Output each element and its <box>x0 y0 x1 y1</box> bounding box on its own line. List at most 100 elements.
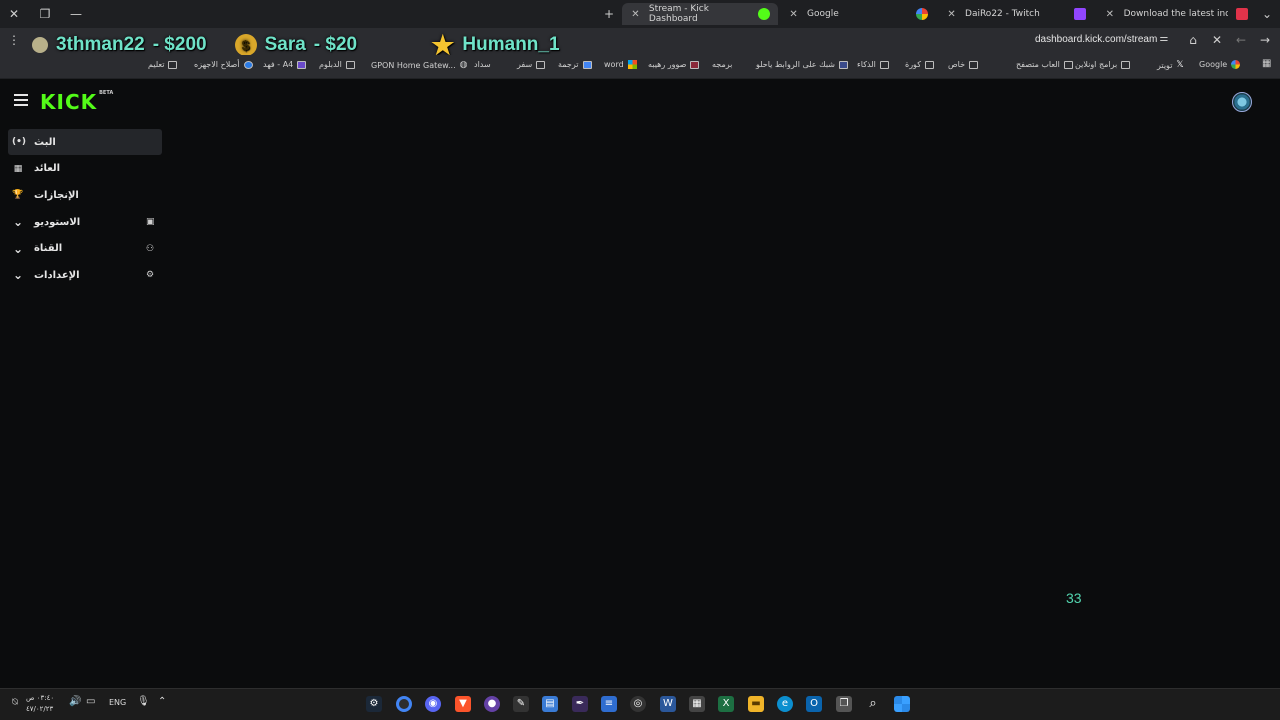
bookmark-link[interactable]: فهد - A4 <box>263 60 307 69</box>
tab-title: Stream - Kick Dashboard <box>648 4 709 24</box>
new-tab-button[interactable]: + <box>601 6 617 22</box>
bookmark-translate[interactable]: ترجمة <box>558 60 592 69</box>
chrome-icon[interactable] <box>396 696 412 712</box>
word-icon[interactable]: W <box>660 696 676 712</box>
bookmark-link[interactable]: سداد <box>474 60 491 69</box>
microsoft-icon <box>627 60 637 69</box>
bookmark-folder[interactable]: الذكاء <box>857 60 889 69</box>
excel-icon[interactable]: X <box>718 696 734 712</box>
tab-twitch[interactable]: ✕ DaiRo22 - Twitch <box>938 3 1094 25</box>
browser-tab-strip: ✕ ❐ — + ✕ Stream - Kick Dashboard ✕ Goog… <box>0 0 1280 28</box>
bookmark-link[interactable]: أصلاح الاجهزه <box>194 60 253 69</box>
bookmark-folder[interactable]: الدبلوم <box>319 60 355 69</box>
sidebar-item-label: الاستوديو <box>34 216 81 228</box>
tab-kick-dashboard[interactable]: ✕ Stream - Kick Dashboard <box>622 3 778 25</box>
bookmark-link[interactable]: شبك على الروابط ياحلو <box>756 60 848 69</box>
bookmark-link[interactable]: برمجه <box>712 60 732 69</box>
donor-name: 3thman22 <box>56 34 145 55</box>
minimize-window-icon[interactable]: — <box>68 6 84 22</box>
close-tab-icon[interactable]: ✕ <box>1104 9 1116 20</box>
tab-search-chevron-icon[interactable]: ⌄ <box>1259 6 1275 22</box>
bookmark-folder[interactable]: سفر <box>517 60 546 69</box>
bookmark-google[interactable]: Google <box>1199 60 1241 69</box>
donor-badge-icon <box>32 37 48 53</box>
gear-icon: ⚙ <box>146 270 155 281</box>
network-icon[interactable]: ▭ <box>86 696 95 707</box>
pen-tool-icon[interactable]: ✎ <box>513 696 529 712</box>
bookmark-word[interactable]: word <box>604 60 637 69</box>
show-hidden-icons-icon[interactable]: ⌃ <box>158 696 166 707</box>
sidebar-item-channel[interactable]: ⌄ القناة ⚇ <box>8 236 162 262</box>
volume-icon[interactable]: 🔊 <box>69 696 81 707</box>
windows-start-icon[interactable] <box>894 696 910 712</box>
bookmark-twitter[interactable]: تويتر 𝕏 <box>1157 60 1184 70</box>
forward-icon[interactable]: ← <box>1233 33 1249 47</box>
outlook-icon[interactable]: O <box>806 696 822 712</box>
notifications-icon[interactable]: ⍉ <box>12 697 18 708</box>
task-view-icon[interactable]: ❐ <box>836 696 852 712</box>
bookmark-router[interactable]: GPON Home Gatew... ◍ <box>371 60 467 70</box>
donation-amount: - $20 <box>313 34 358 55</box>
link-icon <box>838 60 848 69</box>
bookmark-folder[interactable]: برامج اونلاين <box>1075 60 1131 69</box>
discord-icon[interactable]: ◉ <box>425 696 441 712</box>
feather-icon[interactable]: ✒ <box>572 696 588 712</box>
bookmark-folder[interactable]: تعليم <box>148 60 178 69</box>
channel-users-icon: ⚇ <box>146 243 155 254</box>
restore-window-icon[interactable]: ❐ <box>37 6 53 22</box>
folder-icon <box>1121 60 1131 69</box>
microphone-icon[interactable]: 🎙 <box>137 696 150 707</box>
store-icon[interactable]: ▤ <box>542 696 558 712</box>
system-clock[interactable]: ٠٣:٤٠ ص ٤٧/٠٢/٢٣ <box>26 693 54 715</box>
tab-indie-games[interactable]: ✕ Download the latest indie gam <box>1096 3 1256 25</box>
bookmark-folder[interactable]: خاص <box>948 60 979 69</box>
notepad-icon[interactable]: ≡ <box>601 696 617 712</box>
close-window-icon[interactable]: ✕ <box>6 6 22 22</box>
windows-taskbar: ⍉ ٠٣:٤٠ ص ٤٧/٠٢/٢٣ 🔊 ▭ ENG 🎙 ⌃ ⚙ ◉ ▼ ● ✎… <box>0 688 1280 720</box>
x-logo-icon: 𝕏 <box>1176 60 1184 70</box>
user-avatar[interactable] <box>1232 92 1252 112</box>
sidebar-item-achievements[interactable]: 🏆 الإنجازات <box>8 182 162 208</box>
tab-title: Download the latest indie gam <box>1123 9 1228 19</box>
link-icon <box>297 60 307 69</box>
tab-google[interactable]: ✕ Google <box>780 3 936 25</box>
steam-icon[interactable]: ⚙ <box>366 696 382 712</box>
obs-icon[interactable]: ◎ <box>630 696 646 712</box>
all-bookmarks-icon[interactable]: ▦ <box>1262 58 1271 69</box>
brave-icon[interactable]: ▼ <box>455 696 471 712</box>
kick-logo[interactable]: KICK BETA <box>40 90 113 114</box>
image-icon <box>690 60 700 69</box>
broadcast-icon: (•) <box>12 137 26 147</box>
back-icon[interactable]: → <box>1257 33 1273 47</box>
site-settings-icon[interactable]: ⚌ <box>1156 33 1172 44</box>
sidebar-item-studio[interactable]: ⌄ الاستوديو ▣ <box>8 209 162 235</box>
bookmark-folder[interactable]: العاب متصفح <box>1016 60 1073 69</box>
folder-icon <box>1063 60 1073 69</box>
stop-loading-icon[interactable]: ✕ <box>1209 33 1225 47</box>
folder-icon <box>345 60 355 69</box>
close-tab-icon[interactable]: ✕ <box>946 9 957 20</box>
twitch-favicon-icon <box>1074 8 1086 20</box>
calculator-icon[interactable]: ▦ <box>689 696 705 712</box>
twitch-studio-icon[interactable]: ● <box>484 696 500 712</box>
google-favicon-icon <box>916 8 928 20</box>
sidebar-item-stream[interactable]: (•) البث <box>8 129 162 155</box>
google-favicon-icon <box>1231 60 1241 69</box>
bookmark-link[interactable]: صوور رهيبه <box>648 60 700 69</box>
language-indicator[interactable]: ENG <box>109 698 126 707</box>
hamburger-menu-icon[interactable] <box>14 94 28 106</box>
edge-icon[interactable]: e <box>777 696 793 712</box>
translate-icon <box>582 60 592 69</box>
search-icon[interactable]: ⌕ <box>865 696 881 712</box>
home-icon[interactable]: ⌂ <box>1185 33 1201 47</box>
revenue-icon: ▦ <box>13 163 23 174</box>
sidebar-item-revenue[interactable]: ▦ العائد <box>8 156 162 182</box>
address-bar[interactable]: dashboard.kick.com/stream <box>1035 34 1157 45</box>
sidebar-item-settings[interactable]: ⌄ الإعدادات ⚙ <box>8 262 162 288</box>
browser-menu-icon[interactable]: ⋮ <box>6 33 22 47</box>
bookmark-folder[interactable]: كورة <box>905 60 934 69</box>
close-tab-icon[interactable]: ✕ <box>788 9 799 20</box>
sidebar-item-label: البث <box>34 136 56 148</box>
close-tab-icon[interactable]: ✕ <box>630 9 641 20</box>
file-explorer-icon[interactable]: ▬ <box>748 696 764 712</box>
